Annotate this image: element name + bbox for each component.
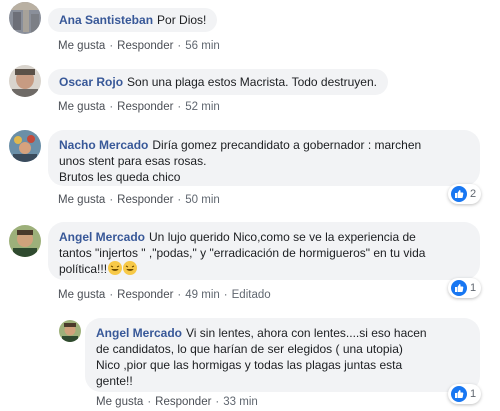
laughing-emoji-icon [123,261,138,275]
reaction-number: 1 [470,282,477,294]
reaction-number: 1 [470,388,477,400]
avatar[interactable] [9,130,41,162]
comment-author[interactable]: Ana Santisteban [59,13,153,27]
comment-author[interactable]: Nacho Mercado [59,138,148,152]
avatar[interactable] [9,2,41,34]
comment-text-line: unos stent para esas rosas. [59,154,207,168]
like-button[interactable]: Me gusta [58,194,105,206]
separator-dot: · [109,101,114,113]
comment-text: Son una plaga estos Macrista. Todo destr… [127,75,377,89]
comment-bubble: Angel Mercado Vi sin lentes, ahora con le… [85,318,480,392]
comment-actions: Me gusta · Responder · 50 min [58,194,220,206]
comment-actions: Me gusta · Responder · 33 min [96,396,258,408]
comment-bubble: Angel Mercado Un lujo querido Nico,como s… [48,222,480,280]
edited-label[interactable]: Editado [232,289,271,301]
reply-button[interactable]: Responder [155,396,211,408]
comment-author[interactable]: Angel Mercado [59,230,145,244]
comment-text-line: Un lujo querido Nico,como se ve la exper… [149,230,416,244]
reply-button[interactable]: Responder [117,289,173,301]
separator-dot: · [215,396,220,408]
comment-time[interactable]: 50 min [185,194,220,206]
comment-bubble: Oscar Rojo Son una plaga estos Macrista. … [48,69,388,95]
comment-time[interactable]: 49 min [185,289,220,301]
reaction-count[interactable]: 1 [448,384,482,404]
comment-bubble: Nacho Mercado Diría gomez precandidato a … [48,130,480,186]
comment-text-line: Nico ,pior que las hormigas y todas las … [96,358,403,372]
thumbs-up-icon [451,186,467,202]
comment-text-line: de candidatos, lo que harían de ser eleg… [96,342,403,356]
comment-text-line: política!!! [59,262,108,276]
comment-actions: Me gusta · Responder · 49 min · Editado [58,289,271,301]
like-button[interactable]: Me gusta [58,289,105,301]
comment-time[interactable]: 56 min [185,40,220,52]
reaction-count[interactable]: 2 [448,184,482,204]
thumbs-up-icon [451,280,467,296]
reaction-number: 2 [470,188,477,200]
comment-text-line: gente!! [96,374,133,388]
reply-button[interactable]: Responder [117,40,173,52]
comment-text-line: Brutos les queda chico [59,170,181,184]
separator-dot: · [109,40,114,52]
laughing-emoji-icon [108,261,123,275]
like-button[interactable]: Me gusta [96,396,143,408]
comment-time[interactable]: 33 min [223,396,258,408]
separator-dot: · [109,194,114,206]
comment-actions: Me gusta · Responder · 52 min [58,101,220,113]
like-button[interactable]: Me gusta [58,101,105,113]
comment-text: Por Dios! [157,13,207,27]
comment-text-line: Diría gomez precandidato a gobernador : … [152,138,422,152]
separator-dot: · [177,101,182,113]
reply-button[interactable]: Responder [117,101,173,113]
separator-dot: · [177,40,182,52]
comment-time[interactable]: 52 min [185,101,220,113]
avatar[interactable] [9,65,41,97]
comment-bubble: Ana Santisteban Por Dios! [48,8,218,32]
like-button[interactable]: Me gusta [58,40,105,52]
separator-dot: · [177,289,182,301]
comment-author[interactable]: Angel Mercado [96,326,182,340]
reaction-count[interactable]: 1 [448,278,482,298]
comment-text-line: tantos "injertos " ,"podas," y "erradica… [59,246,426,260]
reply-button[interactable]: Responder [117,194,173,206]
separator-dot: · [223,289,228,301]
separator-dot: · [109,289,114,301]
comment-author[interactable]: Oscar Rojo [59,75,123,89]
separator-dot: · [177,194,182,206]
separator-dot: · [147,396,152,408]
comment-actions: Me gusta · Responder · 56 min [58,40,220,52]
thumbs-up-icon [451,386,467,402]
avatar[interactable] [59,320,81,342]
avatar[interactable] [9,225,41,257]
comment-text-line: Vi sin lentes, ahora con lentes....si es… [186,326,427,340]
